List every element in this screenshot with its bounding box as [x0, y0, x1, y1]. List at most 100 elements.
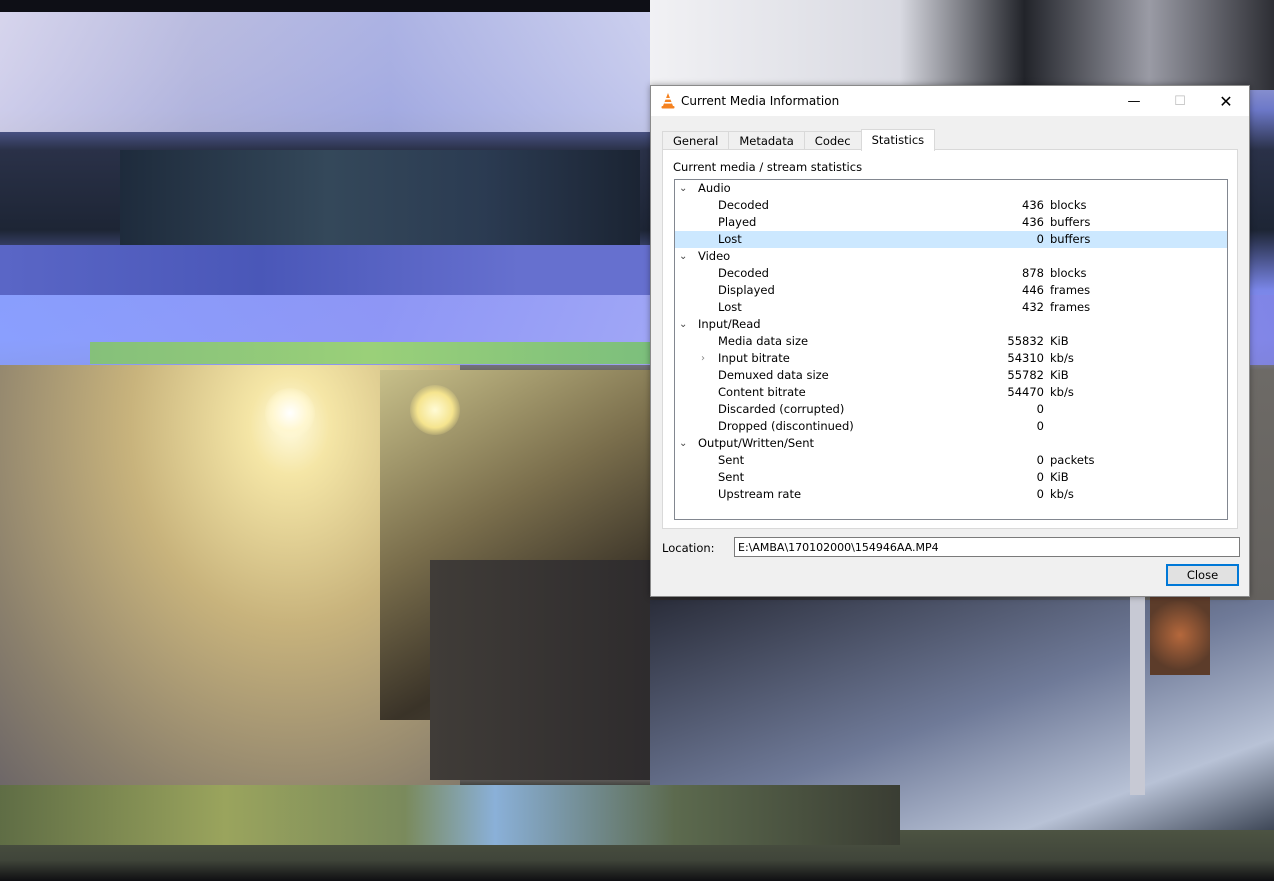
category-label: Output/Written/Sent	[698, 436, 815, 450]
statistics-tree[interactable]: ⌄ Audio Decoded 436 blocks Played 436 buffers Lo…	[674, 179, 1228, 520]
stat-value: 55832	[1007, 334, 1044, 348]
tree-category-row[interactable]: ⌄ Video	[675, 248, 1227, 265]
chevron-down-icon[interactable]: ⌄	[679, 435, 689, 452]
location-field[interactable]	[734, 537, 1240, 557]
stat-unit: kb/s	[1050, 385, 1074, 399]
tab-general[interactable]: General	[662, 131, 730, 150]
stat-unit: frames	[1050, 300, 1091, 314]
stat-value: 0	[1036, 470, 1044, 484]
tree-item-row[interactable]: Demuxed data size 55782 KiB	[675, 367, 1227, 384]
stat-label: Displayed	[718, 283, 775, 297]
stat-label: Lost	[718, 232, 742, 246]
video-glitch-block	[0, 785, 900, 845]
stat-value: 54470	[1007, 385, 1044, 399]
tree-item-row[interactable]: Decoded 436 blocks	[675, 197, 1227, 214]
vlc-cone-icon	[661, 93, 675, 109]
tree-item-row[interactable]: Lost 432 frames	[675, 299, 1227, 316]
stat-label: Upstream rate	[718, 487, 802, 501]
stat-value: 878	[1022, 266, 1044, 280]
tree-category-row[interactable]: ⌄ Audio	[675, 180, 1227, 197]
tree-item-row[interactable]: Upstream rate 0 kb/s	[675, 486, 1227, 503]
minimize-icon: —	[1127, 93, 1141, 109]
stat-value: 0	[1036, 487, 1044, 501]
minimize-button[interactable]: —	[1111, 86, 1157, 116]
stat-label: Sent	[718, 453, 745, 467]
tab-codec[interactable]: Codec	[803, 131, 862, 150]
media-information-dialog: Current Media Information — ☐ ✕ General …	[650, 85, 1250, 597]
tree-item-row[interactable]: Dropped (discontinued) 0	[675, 418, 1227, 435]
chevron-down-icon[interactable]: ⌄	[679, 316, 689, 333]
tree-item-row[interactable]: Decoded 878 blocks	[675, 265, 1227, 282]
stat-label: Demuxed data size	[718, 368, 829, 382]
stat-value: 446	[1022, 283, 1044, 297]
stat-unit: kb/s	[1050, 351, 1074, 365]
video-glitch-block	[0, 12, 650, 132]
chevron-down-icon[interactable]: ⌄	[679, 248, 689, 265]
video-light-spot	[265, 388, 315, 438]
statistics-panel: Current media / stream statistics ⌄ Audio…	[662, 149, 1238, 529]
tree-item-row[interactable]: Discarded (corrupted) 0	[675, 401, 1227, 418]
tree-category-row[interactable]: ⌄ Output/Written/Sent	[675, 435, 1227, 452]
tree-item-row[interactable]: Played 436 buffers	[675, 214, 1227, 231]
stat-label: Lost	[718, 300, 742, 314]
tree-item-row[interactable]: Sent 0 packets	[675, 452, 1227, 469]
maximize-icon: ☐	[1174, 93, 1186, 109]
tab-bar: General Metadata Codec Statistics	[662, 129, 936, 151]
tree-item-row[interactable]: Content bitrate 54470 kb/s	[675, 384, 1227, 401]
maximize-button[interactable]: ☐	[1157, 86, 1203, 116]
stat-unit: kb/s	[1050, 487, 1074, 501]
stat-value: 55782	[1007, 368, 1044, 382]
category-label: Input/Read	[698, 317, 761, 331]
stat-value: 54310	[1007, 351, 1044, 365]
tree-item-row[interactable]: Displayed 446 frames	[675, 282, 1227, 299]
stat-value: 436	[1022, 215, 1044, 229]
stat-unit: KiB	[1050, 368, 1069, 382]
stat-unit: buffers	[1050, 215, 1091, 229]
video-glitch-block	[90, 342, 650, 364]
tab-metadata[interactable]: Metadata	[728, 131, 805, 150]
close-icon: ✕	[1219, 91, 1233, 111]
stat-unit: packets	[1050, 453, 1095, 467]
close-window-button[interactable]: ✕	[1203, 86, 1249, 116]
stat-unit: frames	[1050, 283, 1091, 297]
tree-item-row[interactable]: › Input bitrate 54310 kb/s	[675, 350, 1227, 367]
stat-label: Dropped (discontinued)	[718, 419, 854, 433]
tree-item-row[interactable]: Lost 0 buffers	[675, 231, 1227, 248]
stat-unit: KiB	[1050, 470, 1069, 484]
close-button[interactable]: Close	[1166, 564, 1239, 586]
category-label: Audio	[698, 181, 731, 195]
stat-value: 0	[1036, 419, 1044, 433]
title-bar[interactable]: Current Media Information — ☐ ✕	[651, 86, 1249, 116]
stat-label: Sent	[718, 470, 745, 484]
stat-value: 0	[1036, 402, 1044, 416]
video-glitch-block	[120, 150, 640, 250]
tree-item-row[interactable]: Sent 0 KiB	[675, 469, 1227, 486]
stat-label: Input bitrate	[718, 351, 790, 365]
tree-category-row[interactable]: ⌄ Input/Read	[675, 316, 1227, 333]
stat-value: 0	[1036, 453, 1044, 467]
stat-unit: blocks	[1050, 266, 1087, 280]
stat-value: 436	[1022, 198, 1044, 212]
stat-unit: KiB	[1050, 334, 1069, 348]
panel-caption: Current media / stream statistics	[673, 160, 863, 174]
stat-label: Discarded (corrupted)	[718, 402, 845, 416]
stat-unit: blocks	[1050, 198, 1087, 212]
video-light-spot	[410, 385, 460, 435]
video-glitch-block	[1150, 595, 1210, 675]
video-glitch-block	[0, 245, 650, 295]
chevron-right-icon[interactable]: ›	[701, 350, 705, 367]
tree-item-row[interactable]: Media data size 55832 KiB	[675, 333, 1227, 350]
video-glitch-block	[1130, 595, 1145, 795]
stat-label: Decoded	[718, 198, 769, 212]
video-glitch-block	[650, 0, 1274, 90]
stat-label: Content bitrate	[718, 385, 806, 399]
window-title: Current Media Information	[681, 94, 840, 108]
stat-label: Decoded	[718, 266, 769, 280]
tab-statistics[interactable]: Statistics	[860, 129, 936, 151]
stat-label: Played	[718, 215, 757, 229]
category-label: Video	[698, 249, 731, 263]
stat-value: 0	[1036, 232, 1044, 246]
stat-unit: buffers	[1050, 232, 1091, 246]
chevron-down-icon[interactable]: ⌄	[679, 180, 689, 197]
stat-label: Media data size	[718, 334, 809, 348]
